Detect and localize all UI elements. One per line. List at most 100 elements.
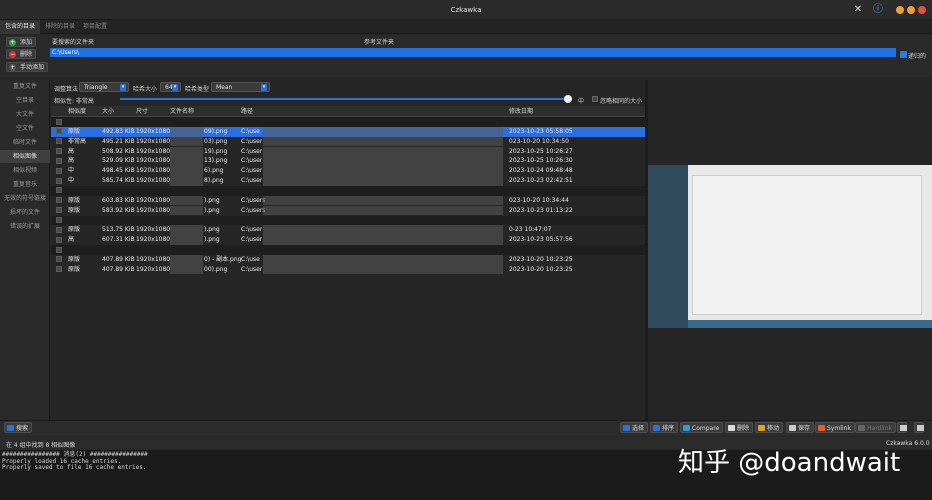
row-checkbox[interactable] <box>56 256 62 263</box>
tab-excluded-dirs[interactable]: 排除的目录 <box>40 20 80 34</box>
table-row[interactable]: 高 529.09 KiB 1920x1080 13).png C:\user 2023-1… <box>51 156 645 167</box>
row-checkbox[interactable] <box>56 177 62 184</box>
row-checkbox[interactable] <box>56 197 62 204</box>
redacted-region <box>263 126 503 137</box>
hardlink-button[interactable]: Hardlink <box>855 422 896 433</box>
sidebar-item-similar-videos[interactable]: 相似视频 <box>0 164 50 177</box>
row-checkbox[interactable] <box>56 138 62 145</box>
table-row[interactable]: 原版 513.75 KiB 1920x1080).png C:\user 0-23 10… <box>51 225 645 236</box>
search-button[interactable]: 搜索 <box>4 422 33 433</box>
row-checkbox[interactable] <box>56 226 62 233</box>
dir-row[interactable]: C:\Users\ <box>50 48 896 57</box>
file-name-cell: 13).png <box>204 157 228 165</box>
row-checkbox[interactable] <box>56 246 62 253</box>
close-button[interactable] <box>918 6 926 14</box>
row-checkbox[interactable] <box>56 266 62 273</box>
tools-icon[interactable]: ✕ <box>852 4 864 16</box>
compare-icon <box>683 425 690 431</box>
remove-dir-button[interactable]: − 删除 <box>6 49 37 59</box>
col-size[interactable]: 大小 <box>102 106 114 117</box>
col-dimensions[interactable]: 尺寸 <box>136 106 148 117</box>
modified-date-cell: 023-10-20 10:34:50 <box>509 137 569 145</box>
symlink-button[interactable]: Symlink <box>815 422 855 433</box>
dimensions-cell: 1920x1080 <box>136 236 171 244</box>
group-header-row[interactable] <box>51 185 645 196</box>
table-row[interactable]: 原版 407.89 KiB 1920x1080 00).png C:\user 2023-… <box>51 264 645 275</box>
redacted-region <box>263 195 503 206</box>
group-header-row[interactable] <box>51 245 645 255</box>
manual-add-button[interactable]: + 手动添加 <box>6 62 49 72</box>
row-checkbox[interactable] <box>56 128 62 135</box>
folder-icon <box>758 425 765 431</box>
sidebar-item-temp-files[interactable]: 临时文件 <box>0 136 50 149</box>
row-checkbox[interactable] <box>56 167 62 174</box>
table-row[interactable]: 高 607.31 KiB 1920x1080).png C:\user 2023-10-… <box>51 235 645 245</box>
col-modified-date[interactable]: 修改日期 <box>509 106 533 117</box>
hide-preview-button[interactable] <box>914 422 924 433</box>
table-row[interactable]: 原版 492.83 KiB 1920x1080 09).png C:\use 2023-1… <box>51 126 645 137</box>
recursive-checkbox[interactable] <box>900 51 907 58</box>
col-path[interactable]: 路径 <box>241 106 253 117</box>
row-checkbox[interactable] <box>56 217 62 223</box>
add-dir-button[interactable]: + 添加 <box>6 37 37 47</box>
sidebar-item-similar-images[interactable]: 相似图像 <box>0 150 50 163</box>
similarity-slider-handle[interactable] <box>564 95 572 103</box>
row-checkbox[interactable] <box>56 207 62 214</box>
hash-size-select[interactable]: 64 ▾ <box>160 82 181 92</box>
table-row[interactable]: 原版 583.92 KiB 1920x1080).png C:\users 2023-1… <box>51 205 645 216</box>
tab-project-config[interactable]: 项目配置 <box>78 20 112 34</box>
table-row[interactable]: 原版 603.83 KiB 1920x1080).png C:\users 023-10… <box>51 195 645 206</box>
row-checkbox[interactable] <box>56 187 62 194</box>
sort-button[interactable]: 排序 <box>650 422 679 433</box>
hash-type-value: Mean <box>216 84 233 91</box>
save-button[interactable]: 保存 <box>786 422 815 433</box>
tab-included-dirs[interactable]: 包含的目录 <box>0 20 41 34</box>
sidebar-item-empty-dirs[interactable]: 空目录 <box>0 94 50 107</box>
sidebar-item-big-files[interactable]: 大文件 <box>0 108 50 121</box>
settings-button[interactable] <box>897 422 907 433</box>
table-row[interactable]: 中 498.45 KiB 1920x1080 6).png C:\user 2023-10… <box>51 166 645 176</box>
ignore-size-label: 忽略相同的大小 <box>600 98 643 105</box>
group-header-row[interactable] <box>51 117 645 127</box>
modified-date-cell: 2023-10-23 01:13:22 <box>509 206 573 214</box>
sidebar-item-invalid-symlinks[interactable]: 无效的符号链接 <box>0 192 50 205</box>
similarity-slider[interactable] <box>120 98 572 100</box>
info-icon[interactable]: ⓘ <box>872 4 884 16</box>
sidebar-item-empty-files[interactable]: 空文件 <box>0 122 50 135</box>
file-name-cell: ).png <box>204 196 220 204</box>
save-label: 保存 <box>798 425 811 432</box>
table-row[interactable]: 原版 407.89 KiB 1920x1080 0) - 副本.png C:\use 20… <box>51 254 645 265</box>
sidebar-item-bad-extensions[interactable]: 错误的扩展 <box>0 220 50 233</box>
select-label: 选择 <box>632 425 645 432</box>
ignore-size-checkbox[interactable] <box>592 96 598 102</box>
path-cell: C:\user <box>241 265 263 273</box>
redacted-region <box>170 225 203 236</box>
row-checkbox[interactable] <box>56 148 62 155</box>
maximize-button[interactable] <box>907 6 915 14</box>
hash-type-select[interactable]: Mean ▾ <box>211 82 270 92</box>
sidebar-item-broken-files[interactable]: 损坏的文件 <box>0 206 50 219</box>
row-checkbox[interactable] <box>56 157 62 164</box>
modified-date-cell: 0-23 10:47:07 <box>509 226 552 234</box>
col-file-name[interactable]: 文件名称 <box>170 106 194 117</box>
hardlink-icon <box>858 425 865 431</box>
move-button[interactable]: 移动 <box>755 422 784 433</box>
symlink-label: Symlink <box>827 425 851 432</box>
table-row[interactable]: 非常高 495.21 KiB 1920x1080 03).png C:\user 023-… <box>51 136 645 147</box>
minimize-button[interactable] <box>896 6 904 14</box>
col-similarity[interactable]: 相似度 <box>68 106 86 117</box>
sidebar-item-duplicate-music[interactable]: 重复音乐 <box>0 178 50 191</box>
symlink-icon <box>818 425 825 431</box>
select-button[interactable]: 选择 <box>620 422 649 433</box>
row-checkbox[interactable] <box>56 118 62 125</box>
table-row[interactable]: 高 508.92 KiB 1920x1080 19).png C:\user 2023-1… <box>51 146 645 157</box>
row-checkbox[interactable] <box>56 236 62 243</box>
redacted-region <box>263 264 503 275</box>
compare-button[interactable]: Compare <box>680 422 724 433</box>
file-name-cell: 03).png <box>204 137 228 145</box>
sidebar-item-duplicates[interactable]: 重复文件 <box>0 80 50 93</box>
table-row[interactable]: 中 585.74 KiB 1920x1080 8).png C:\user 2023-10… <box>51 176 645 186</box>
delete-button[interactable]: 删除 <box>725 422 754 433</box>
group-header-row[interactable] <box>51 215 645 226</box>
resize-algo-select[interactable]: Triangle ▾ <box>79 82 129 92</box>
